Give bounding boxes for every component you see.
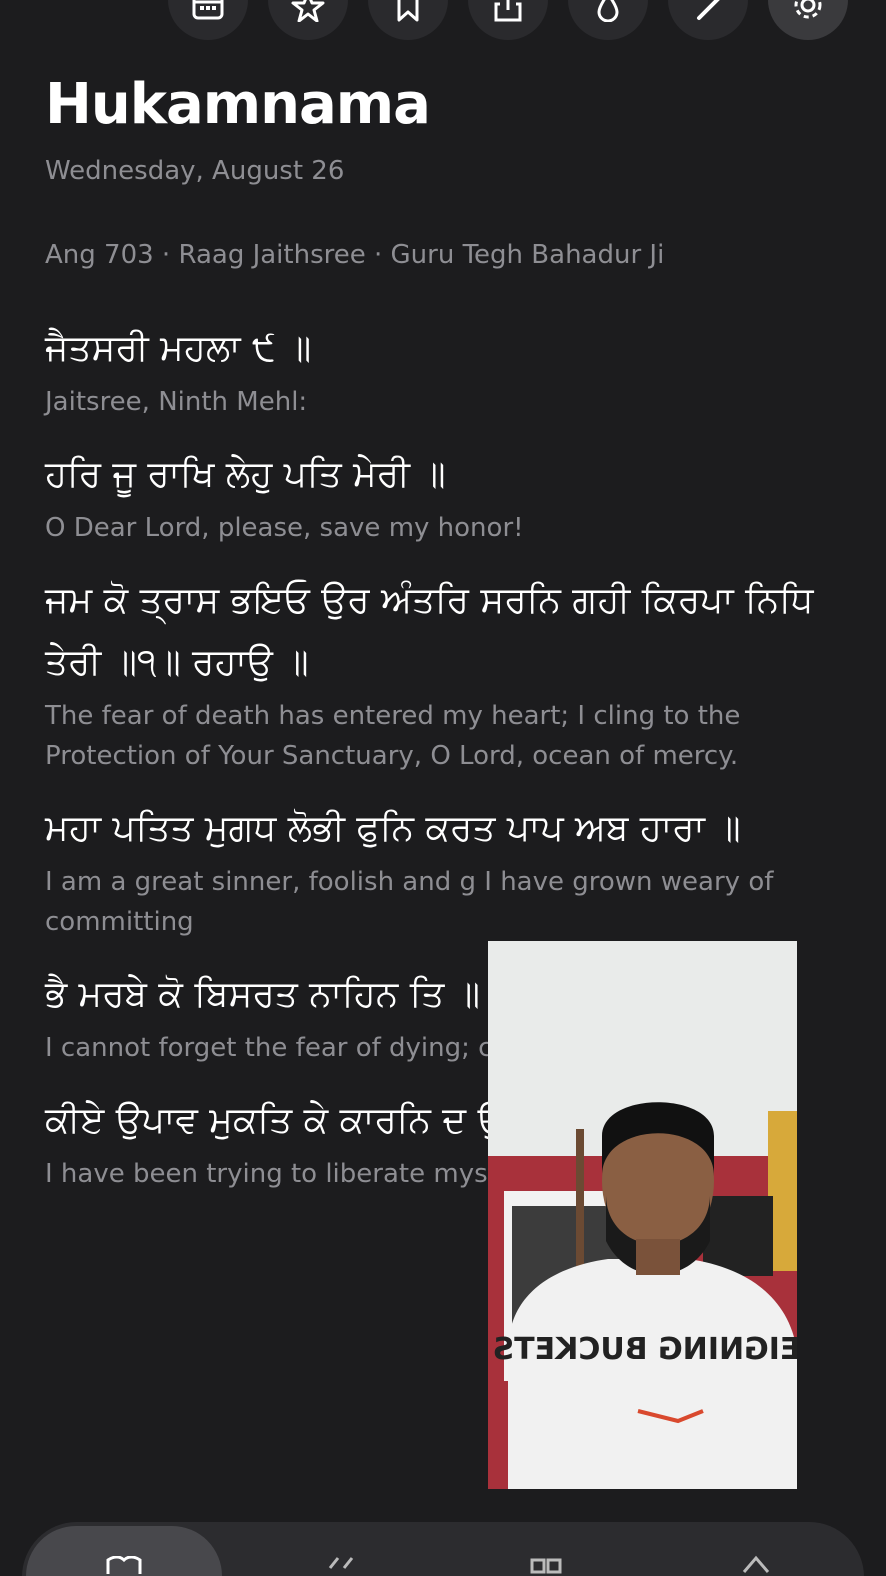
share-button[interactable] bbox=[468, 0, 548, 40]
bookmark-icon bbox=[397, 0, 419, 22]
tab-home[interactable] bbox=[716, 1542, 796, 1576]
video-frame: REIGNING BUCKETS bbox=[488, 941, 797, 1489]
pencil-icon bbox=[697, 0, 720, 20]
verse-item[interactable]: ਮਹਾ ਪਤਿਤ ਮੁਗਧ ਲੋਭੀ ਫੁਨਿ ਕਰਤ ਪਾਪ ਅਬ ਹਾਰਾ … bbox=[45, 798, 845, 942]
shirt-print: REIGNING BUCKETS bbox=[493, 1332, 797, 1367]
gurmukhi-line: ਮਹਾ ਪਤਿਤ ਮੁਗਧ ਲੋਭੀ ਫੁਨਿ ਕਰਤ ਪਾਪ ਅਬ ਹਾਰਾ … bbox=[45, 808, 741, 849]
page-title: Hukamnama bbox=[45, 72, 431, 137]
calendar-icon bbox=[192, 0, 224, 20]
share-icon bbox=[494, 0, 522, 22]
tab-book[interactable] bbox=[26, 1526, 222, 1576]
settings-button[interactable] bbox=[768, 0, 848, 40]
book-icon bbox=[106, 1556, 142, 1574]
english-translation: O Dear Lord, please, save my honor! bbox=[45, 513, 524, 543]
hukamnama-screen: Hukamnama Wednesday, August 26 Ang 703 ·… bbox=[0, 0, 886, 1576]
verse-item[interactable]: ਜਮ ਕੋ ਤ੍ਰਾਸ ਭਇਓ ਉਰ ਅੰਤਰਿ ਸਰਨਿ ਗਹੀ ਕਿਰਪਾ … bbox=[45, 570, 845, 776]
verse-item[interactable]: ਹਰਿ ਜੂ ਰਾਖਿ ਲੇਹੁ ਪਤਿ ਮੇਰੀ ॥ O Dear Lord,… bbox=[45, 444, 845, 548]
ang-raag-author: Ang 703 · Raag Jaithsree · Guru Tegh Bah… bbox=[45, 240, 665, 270]
tab-grid[interactable] bbox=[506, 1542, 586, 1576]
tab-chevrons[interactable] bbox=[302, 1542, 382, 1576]
top-toolbar bbox=[0, 0, 886, 44]
english-translation: I am a great sinner, foolish and g I hav… bbox=[45, 867, 774, 937]
gurmukhi-line: ਜੈਤਸਰੀ ਮਹਲਾ ੯ ॥ bbox=[45, 328, 312, 369]
verse-item[interactable]: ਜੈਤਸਰੀ ਮਹਲਾ ੯ ॥ Jaitsree, Ninth Mehl: bbox=[45, 318, 845, 422]
favorite-button[interactable] bbox=[268, 0, 348, 40]
home-icon bbox=[742, 1555, 770, 1573]
edit-button[interactable] bbox=[668, 0, 748, 40]
chevrons-icon bbox=[328, 1557, 354, 1569]
bookmark-button[interactable] bbox=[368, 0, 448, 40]
theme-button[interactable] bbox=[568, 0, 648, 40]
hukamnama-date: Wednesday, August 26 bbox=[45, 156, 345, 186]
calendar-button[interactable] bbox=[168, 0, 248, 40]
english-translation: Jaitsree, Ninth Mehl: bbox=[45, 387, 308, 417]
bottom-tab-bar bbox=[22, 1522, 864, 1576]
drop-icon bbox=[597, 0, 619, 22]
gear-icon bbox=[794, 0, 822, 19]
pip-video-overlay[interactable]: REIGNING BUCKETS bbox=[488, 941, 797, 1489]
gurmukhi-line: ਜਮ ਕੋ ਤ੍ਰਾਸ ਭਇਓ ਉਰ ਅੰਤਰਿ ਸਰਨਿ ਗਹੀ ਕਿਰਪਾ … bbox=[45, 580, 814, 683]
grid-icon bbox=[530, 1558, 562, 1574]
gurmukhi-line: ਹਰਿ ਜੂ ਰਾਖਿ ਲੇਹੁ ਪਤਿ ਮੇਰੀ ॥ bbox=[45, 454, 446, 495]
english-translation: The fear of death has entered my heart; … bbox=[45, 701, 741, 771]
star-icon bbox=[291, 0, 325, 22]
